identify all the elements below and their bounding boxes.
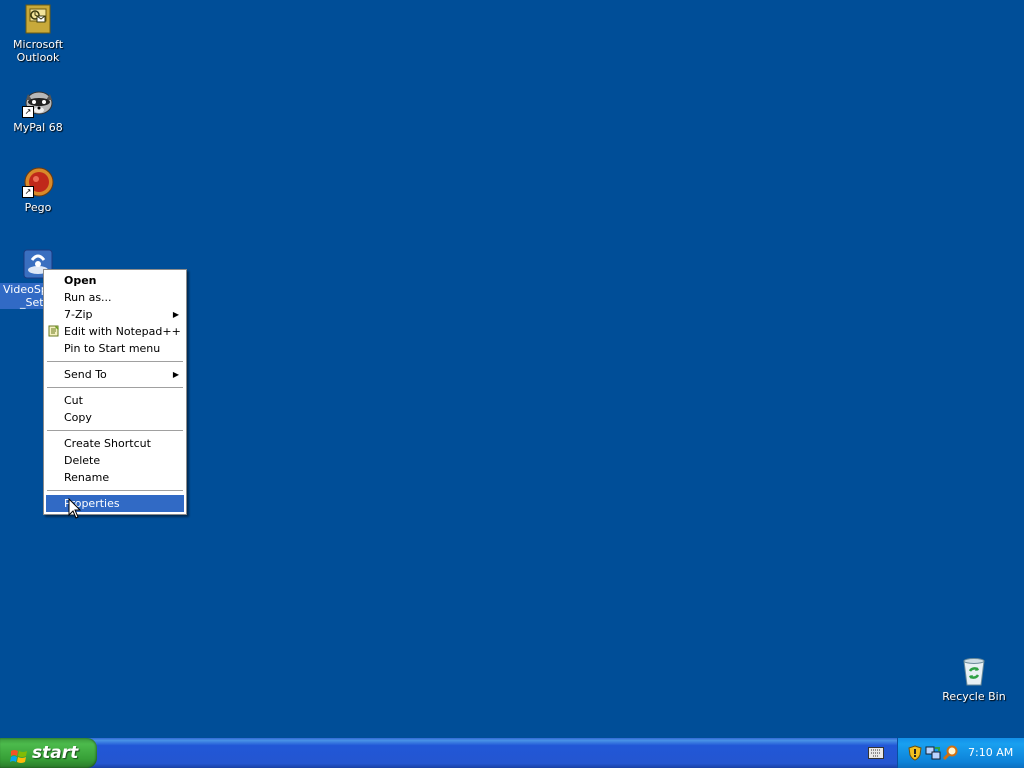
- menu-item-label: Rename: [64, 471, 110, 484]
- menu-item-run-as[interactable]: Run as...: [46, 289, 184, 306]
- menu-item-properties[interactable]: Properties: [46, 495, 184, 512]
- keyboard-icon[interactable]: [868, 747, 884, 759]
- menu-item-label: Delete: [64, 454, 101, 467]
- menu-item-7-zip[interactable]: 7-Zip ▶: [46, 306, 184, 323]
- system-tray: 7:10 AM: [897, 738, 1024, 768]
- network-icon[interactable]: [925, 745, 941, 761]
- desktop-icon-label: MyPal 68: [13, 121, 63, 134]
- desktop-icon-label: Pego: [24, 201, 52, 214]
- menu-item-label: 7-Zip: [64, 308, 93, 321]
- security-shield-icon[interactable]: [907, 745, 923, 761]
- menu-item-delete[interactable]: Delete: [46, 452, 184, 469]
- menu-item-label: Edit with Notepad++: [64, 325, 181, 338]
- menu-item-label: Copy: [64, 411, 92, 424]
- menu-item-pin-to-start-menu[interactable]: Pin to Start menu: [46, 340, 184, 357]
- menu-item-create-shortcut[interactable]: Create Shortcut: [46, 435, 184, 452]
- desktop-icon-microsoft-outlook[interactable]: Microsoft Outlook: [0, 3, 76, 64]
- desktop[interactable]: Microsoft Outlook ↗ MyPal 68 ↗ Pego Vide…: [0, 0, 1024, 738]
- context-menu: Open Run as... 7-Zip ▶ Edit with Notepad…: [43, 269, 187, 515]
- menu-separator: [47, 361, 183, 362]
- notepad-plus-plus-icon: [48, 325, 60, 337]
- menu-separator: [47, 490, 183, 491]
- shortcut-arrow-icon: ↗: [22, 106, 34, 118]
- desktop-icon-label: Recycle Bin: [942, 690, 1006, 703]
- start-button-label: start: [32, 743, 79, 763]
- menu-item-label: Run as...: [64, 291, 112, 304]
- menu-separator: [47, 387, 183, 388]
- clock[interactable]: 7:10 AM: [968, 738, 1013, 768]
- desktop-icon-label: Microsoft Outlook: [12, 38, 64, 64]
- shortcut-arrow-icon: ↗: [22, 186, 34, 198]
- menu-item-label: Create Shortcut: [64, 437, 151, 450]
- submenu-arrow-icon: ▶: [172, 370, 179, 379]
- menu-item-copy[interactable]: Copy: [46, 409, 184, 426]
- desktop-icon-pego[interactable]: ↗ Pego: [0, 166, 76, 214]
- taskbar: start 7:10 AM: [0, 738, 1024, 768]
- windows-flag-icon: [10, 745, 28, 763]
- search-icon[interactable]: [942, 745, 959, 761]
- menu-item-send-to[interactable]: Send To ▶: [46, 366, 184, 383]
- desktop-icon-recycle-bin[interactable]: Recycle Bin: [936, 655, 1012, 703]
- menu-item-label: Pin to Start menu: [64, 342, 161, 355]
- menu-item-rename[interactable]: Rename: [46, 469, 184, 486]
- menu-item-edit-with-notepad-plus-plus[interactable]: Edit with Notepad++: [46, 323, 184, 340]
- start-button[interactable]: start: [0, 738, 97, 768]
- outlook-icon: [22, 3, 54, 35]
- menu-item-label: Send To: [64, 368, 107, 381]
- recycle-bin-icon: [958, 655, 990, 687]
- menu-item-cut[interactable]: Cut: [46, 392, 184, 409]
- mouse-cursor-icon: [68, 497, 82, 520]
- pego-icon: ↗: [22, 166, 54, 198]
- mypal-raccoon-icon: ↗: [22, 86, 54, 118]
- menu-separator: [47, 430, 183, 431]
- menu-item-label: Cut: [64, 394, 83, 407]
- submenu-arrow-icon: ▶: [172, 310, 179, 319]
- menu-item-open[interactable]: Open: [46, 272, 184, 289]
- menu-item-label: Open: [64, 274, 97, 287]
- desktop-icon-mypal-68[interactable]: ↗ MyPal 68: [0, 86, 76, 134]
